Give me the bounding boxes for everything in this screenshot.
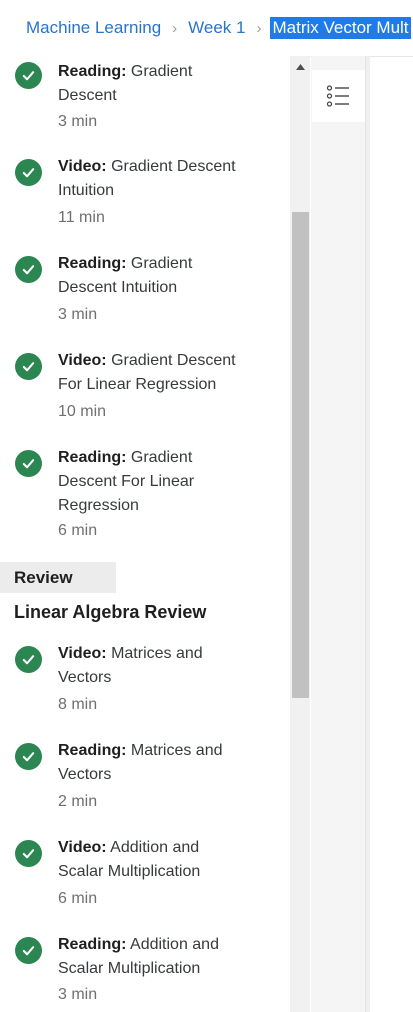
lesson-duration: 3 min — [58, 306, 98, 323]
lesson-duration: 6 min — [58, 890, 98, 907]
breadcrumb-current: Matrix Vector Mult — [270, 17, 411, 39]
scrollbar-thumb[interactable] — [292, 212, 309, 698]
lesson-title: Video: Matrices and Vectors — [58, 645, 203, 686]
lesson-sidebar: Reading: Gradient Descent 3 min Video: Gr… — [0, 56, 290, 1012]
breadcrumb-link-week[interactable]: Week 1 — [186, 18, 247, 38]
lesson-duration: 10 min — [58, 403, 107, 420]
lesson-title: Reading: Gradient Descent For Linear Regre… — [58, 449, 195, 514]
lesson-title: Reading: Matrices and Vectors — [58, 742, 223, 783]
lesson-title: Video: Addition and Scalar Multiplication — [58, 839, 201, 880]
lesson-title: Video: Gradient Descent For Linear Regres… — [58, 352, 236, 393]
triangle-up-icon[interactable] — [290, 56, 310, 78]
list-toggle-button[interactable] — [312, 70, 365, 122]
check-circle-icon — [15, 840, 42, 867]
lesson-title: Reading: Gradient Descent Intuition — [58, 255, 193, 296]
check-circle-icon — [15, 743, 42, 770]
breadcrumb-separator: › — [256, 19, 262, 37]
lesson-duration: 6 min — [58, 522, 98, 539]
section-label: Review — [0, 562, 116, 593]
check-circle-icon — [15, 937, 42, 964]
check-circle-icon — [15, 159, 42, 186]
breadcrumb: Machine Learning › Week 1 › Matrix Vecto… — [0, 0, 413, 57]
lesson-duration: 8 min — [58, 696, 98, 713]
check-circle-icon — [15, 646, 42, 673]
list-icon — [326, 85, 349, 107]
breadcrumb-separator: › — [172, 19, 178, 37]
lesson-duration: 3 min — [58, 113, 98, 130]
check-circle-icon — [15, 256, 42, 283]
sidebar-scrollbar[interactable] — [290, 56, 310, 1012]
lesson-title: Video: Gradient Descent Intuition — [58, 158, 236, 199]
right-panel — [311, 56, 366, 1012]
check-circle-icon — [15, 450, 42, 477]
section-title: Linear Algebra Review — [14, 602, 207, 622]
check-circle-icon — [15, 62, 42, 89]
lesson-title: Reading: Gradient Descent — [58, 63, 193, 104]
lesson-duration: 11 min — [58, 209, 105, 226]
breadcrumb-link-course[interactable]: Machine Learning — [24, 18, 163, 38]
lesson-duration: 3 min — [58, 986, 98, 1003]
panel-divider — [366, 56, 370, 1012]
check-circle-icon — [15, 353, 42, 380]
lesson-duration: 2 min — [58, 793, 98, 810]
lesson-title: Reading: Addition and Scalar Multiplicati… — [58, 936, 219, 977]
